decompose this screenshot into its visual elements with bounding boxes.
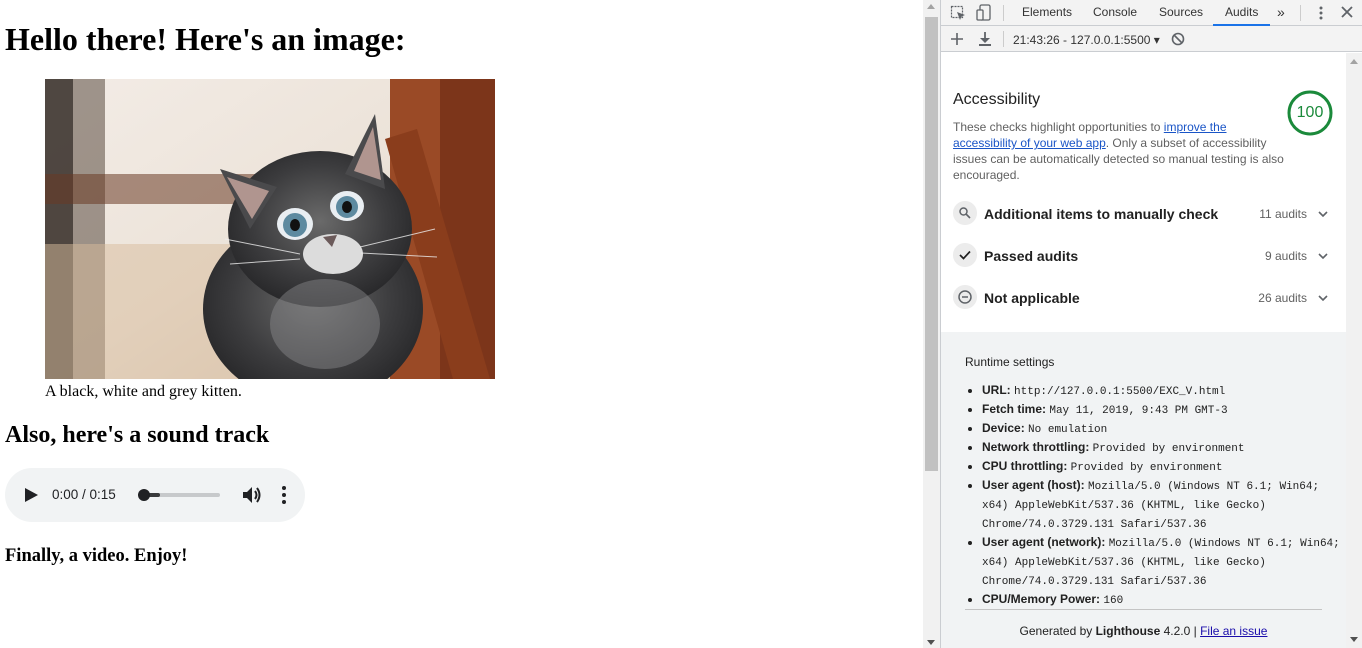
setting-value: May 11, 2019, 9:43 PM GMT-3 bbox=[1049, 405, 1228, 417]
inspect-element-icon[interactable] bbox=[950, 5, 966, 21]
footer-version: 4.2.0 | bbox=[1160, 624, 1201, 638]
group-passed-audits[interactable]: Passed audits 9 audits bbox=[953, 241, 1329, 269]
devtools-scrollbar[interactable] bbox=[1346, 53, 1362, 648]
runtime-setting-item: User agent (network): Mozilla/5.0 (Windo… bbox=[982, 534, 1342, 591]
group-count: 9 audits bbox=[1264, 249, 1307, 263]
new-audit-plus-icon[interactable] bbox=[950, 32, 964, 46]
category-description-text: These checks highlight opportunities to bbox=[953, 120, 1164, 134]
clear-icon[interactable] bbox=[1171, 32, 1185, 46]
setting-key: User agent (host): bbox=[982, 478, 1085, 492]
scroll-up-arrow-icon[interactable] bbox=[927, 4, 935, 9]
kebab-menu-icon[interactable] bbox=[1313, 5, 1329, 21]
minus-circle-icon bbox=[953, 285, 977, 309]
group-count: 11 audits bbox=[1259, 207, 1307, 221]
chevron-down-icon bbox=[1318, 211, 1328, 218]
runtime-setting-item: URL: http://127.0.0.1:5500/EXC_V.html bbox=[982, 382, 1342, 401]
more-tabs-icon[interactable]: » bbox=[1277, 0, 1285, 26]
runtime-setting-item: Network throttling: Provided by environm… bbox=[982, 439, 1342, 458]
toolbar-divider bbox=[1003, 5, 1004, 21]
toolbar-divider bbox=[1003, 31, 1004, 47]
volume-icon[interactable] bbox=[241, 484, 263, 506]
setting-key: Device: bbox=[982, 421, 1025, 435]
setting-key: URL: bbox=[982, 383, 1011, 397]
runtime-setting-item: Device: No emulation bbox=[982, 420, 1342, 439]
report-footer: Generated by Lighthouse 4.2.0 | File an … bbox=[965, 624, 1322, 638]
download-icon[interactable] bbox=[978, 31, 992, 47]
group-manual-checks[interactable]: Additional items to manually check 11 au… bbox=[953, 199, 1329, 227]
image-caption: A black, white and grey kitten. bbox=[45, 383, 242, 400]
play-icon[interactable] bbox=[23, 487, 39, 503]
setting-value: Provided by environment bbox=[1070, 462, 1223, 474]
devtools-tabbar: Elements Console Sources Audits » bbox=[941, 0, 1362, 26]
page-heading: Hello there! Here's an image: bbox=[5, 21, 406, 57]
audits-toolbar: 21:43:26 - 127.0.0.1:5500 ▾ bbox=[941, 26, 1362, 52]
runtime-setting-item: CPU throttling: Provided by environment bbox=[982, 458, 1342, 477]
kitten-image-drawing bbox=[45, 79, 495, 379]
setting-key: CPU throttling: bbox=[982, 459, 1068, 473]
scroll-down-arrow-icon[interactable] bbox=[927, 640, 935, 645]
setting-key: Fetch time: bbox=[982, 402, 1047, 416]
footer-brand: Lighthouse bbox=[1095, 624, 1161, 638]
page-scrollbar[interactable] bbox=[923, 0, 940, 648]
runtime-settings-list: URL: http://127.0.0.1:5500/EXC_V.html Fe… bbox=[967, 382, 1342, 610]
group-label: Not applicable bbox=[984, 290, 1080, 306]
runtime-settings-title: Runtime settings bbox=[965, 355, 1055, 369]
page-viewport: Hello there! Here's an image: A black, w… bbox=[0, 0, 923, 648]
runtime-setting-item: CPU/Memory Power: 160 bbox=[982, 591, 1342, 610]
group-not-applicable[interactable]: Not applicable 26 audits bbox=[953, 283, 1329, 311]
setting-key: CPU/Memory Power: bbox=[982, 592, 1101, 606]
chevron-down-icon bbox=[1318, 295, 1328, 302]
audio-player: 0:00 / 0:15 bbox=[5, 468, 305, 522]
audio-seek-slider[interactable] bbox=[138, 489, 220, 501]
kitten-image bbox=[45, 79, 495, 379]
audio-time: 0:00 / 0:15 bbox=[52, 487, 116, 502]
setting-value: http://127.0.0.1:5500/EXC_V.html bbox=[1014, 386, 1226, 398]
tab-elements[interactable]: Elements bbox=[1022, 0, 1072, 26]
devtools-panel: Elements Console Sources Audits » 21:43:… bbox=[940, 0, 1362, 648]
group-label: Additional items to manually check bbox=[984, 206, 1219, 222]
sound-heading: Also, here's a sound track bbox=[5, 422, 270, 448]
score-value: 100 bbox=[1296, 104, 1324, 121]
audit-report-select[interactable]: 21:43:26 - 127.0.0.1:5500 ▾ bbox=[1013, 33, 1160, 47]
checkmark-icon bbox=[953, 243, 977, 267]
toolbar-divider bbox=[1300, 5, 1301, 21]
setting-key: Network throttling: bbox=[982, 440, 1090, 454]
lighthouse-report: Accessibility These checks highlight opp… bbox=[941, 53, 1346, 648]
accessibility-category: Accessibility These checks highlight opp… bbox=[941, 53, 1346, 332]
scroll-up-arrow-icon[interactable] bbox=[1350, 59, 1358, 64]
setting-value: Provided by environment bbox=[1092, 443, 1245, 455]
file-an-issue-link[interactable]: File an issue bbox=[1200, 624, 1267, 638]
tab-audits[interactable]: Audits bbox=[1213, 0, 1271, 26]
category-title: Accessibility bbox=[953, 91, 1041, 108]
group-count: 26 audits bbox=[1258, 291, 1307, 305]
audio-seek-thumb[interactable] bbox=[138, 489, 150, 501]
page-scrollbar-thumb[interactable] bbox=[925, 17, 938, 471]
search-icon bbox=[953, 201, 977, 225]
device-toolbar-icon[interactable] bbox=[976, 4, 992, 22]
setting-value: 160 bbox=[1103, 595, 1124, 607]
video-text: Finally, a video. Enjoy! bbox=[5, 546, 188, 566]
setting-value: No emulation bbox=[1028, 424, 1108, 436]
runtime-setting-item: Fetch time: May 11, 2019, 9:43 PM GMT-3 bbox=[982, 401, 1342, 420]
group-label: Passed audits bbox=[984, 248, 1079, 264]
close-icon[interactable] bbox=[1340, 5, 1354, 19]
runtime-setting-item: User agent (host): Mozilla/5.0 (Windows … bbox=[982, 477, 1342, 534]
tab-sources[interactable]: Sources bbox=[1159, 0, 1203, 26]
category-description: These checks highlight opportunities to … bbox=[953, 119, 1293, 183]
chevron-down-icon bbox=[1318, 253, 1328, 260]
footer-prefix: Generated by bbox=[1019, 624, 1096, 638]
setting-key: User agent (network): bbox=[982, 535, 1106, 549]
tab-console[interactable]: Console bbox=[1093, 0, 1137, 26]
footer-divider bbox=[965, 609, 1322, 610]
more-options-icon[interactable] bbox=[276, 485, 292, 505]
scroll-down-arrow-icon[interactable] bbox=[1350, 637, 1358, 642]
